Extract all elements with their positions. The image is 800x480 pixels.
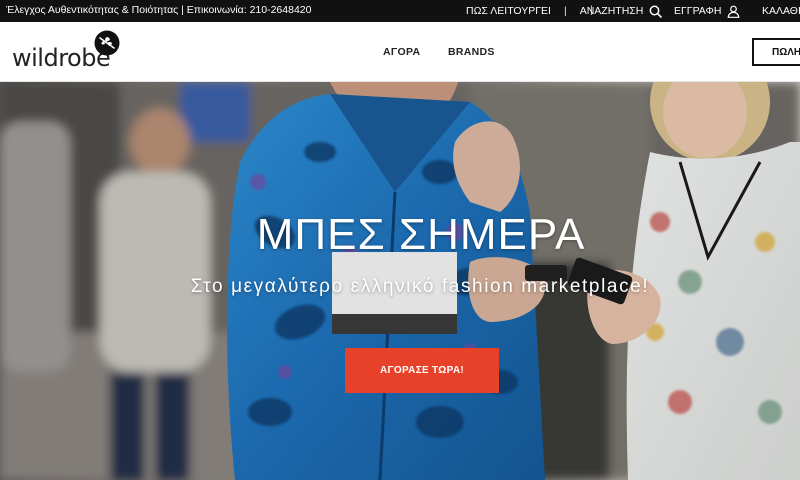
how-it-works-link[interactable]: ΠΩΣ ΛΕΙΤΟΥΡΓΕΙ xyxy=(466,5,551,17)
user-icon xyxy=(727,5,740,18)
register-link[interactable]: ΕΓΓΡΑΦΗ xyxy=(674,0,740,22)
hero-subtitle: Στο μεγαλύτερο ελληνικό fashion marketpl… xyxy=(190,276,650,297)
hero-title: ΜΠΕΣ ΣΗΜΕΡΑ xyxy=(256,210,586,259)
separator: | xyxy=(563,5,567,17)
main-header: wildrobe ΑΓΟΡΑ BRANDS ΠΩΛΗΣΕ xyxy=(0,22,800,82)
shop-now-button[interactable]: ΑΓΟΡΑΣΕ ΤΩΡΑ! xyxy=(345,348,499,393)
register-link-label: ΕΓΓΡΑΦΗ xyxy=(674,5,722,17)
cart-link[interactable]: ΚΑΛΑΘΙ xyxy=(762,0,800,22)
dragonfly-icon xyxy=(94,30,120,56)
top-bar: Έλεγχος Αυθεντικότητας & Ποιότητας | Επι… xyxy=(0,0,800,22)
logo[interactable]: wildrobe xyxy=(12,30,124,74)
authenticity-contact-text: Έλεγχος Αυθεντικότητας & Ποιότητας | Επι… xyxy=(6,4,312,16)
sell-button[interactable]: ΠΩΛΗΣΕ xyxy=(752,38,800,66)
hero-banner: ΜΠΕΣ ΣΗΜΕΡΑ Στο μεγαλύτερο ελληνικό fash… xyxy=(0,82,800,480)
top-links: ΠΩΣ ΛΕΙΤΟΥΡΓΕΙ | ΑΝΑΖΗΤΗΣΗ xyxy=(466,0,663,22)
separator: | xyxy=(590,4,593,16)
nav-shop[interactable]: ΑΓΟΡΑ xyxy=(383,22,420,82)
search-icon xyxy=(649,5,663,18)
nav-brands[interactable]: BRANDS xyxy=(448,22,495,82)
